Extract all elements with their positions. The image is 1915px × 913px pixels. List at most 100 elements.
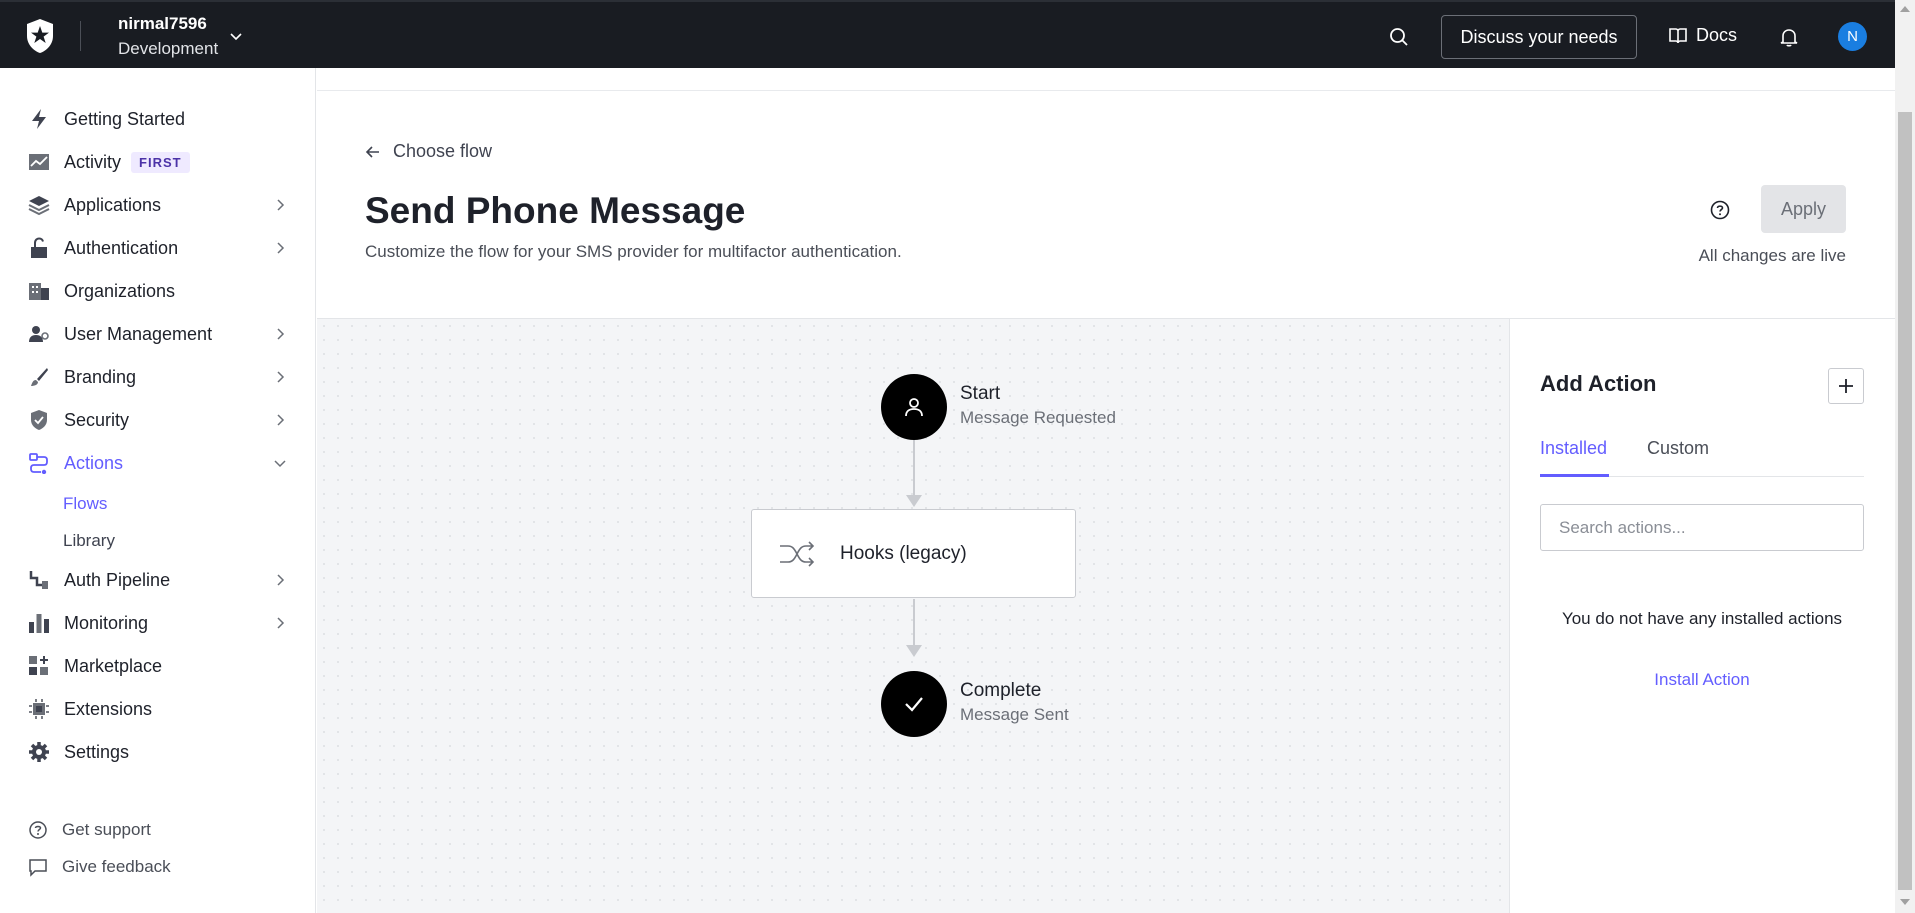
hooks-legacy-node[interactable]: Hooks (legacy) — [751, 509, 1076, 598]
give-feedback-link[interactable]: Give feedback — [28, 857, 171, 877]
install-action-link[interactable]: Install Action — [1540, 670, 1864, 690]
start-node-title: Start — [960, 383, 1001, 404]
shield-icon — [28, 409, 50, 431]
page-scrollbar[interactable] — [1895, 0, 1915, 913]
sidebar-item-applications[interactable]: Applications — [28, 190, 288, 220]
sidebar-subitem-flows[interactable]: Flows — [63, 494, 107, 514]
bell-icon[interactable] — [1778, 26, 1800, 48]
apply-button[interactable]: Apply — [1761, 185, 1846, 233]
shuffle-icon — [780, 540, 815, 567]
page-description: Customize the flow for your SMS provider… — [365, 242, 902, 261]
bolt-icon — [28, 108, 50, 130]
search-actions-input[interactable] — [1540, 504, 1864, 551]
sidebar: Getting Started Activity FIRST Applicati… — [0, 68, 316, 913]
sidebar-item-label: Authentication — [64, 237, 179, 258]
get-support-label: Get support — [62, 820, 151, 839]
sidebar-item-label: Branding — [64, 366, 137, 387]
discuss-needs-button[interactable]: Discuss your needs — [1441, 15, 1637, 59]
sidebar-item-extensions[interactable]: Extensions — [28, 694, 288, 724]
top-bar: nirmal7596 Development Discuss your need… — [0, 0, 1895, 68]
hooks-legacy-label: Hooks (legacy) — [840, 542, 967, 564]
sidebar-item-organizations[interactable]: Organizations — [28, 276, 288, 306]
arrow-left-icon — [365, 145, 379, 158]
sidebar-item-label: Extensions — [64, 698, 153, 719]
message-icon — [29, 859, 47, 877]
add-action-button[interactable] — [1828, 368, 1864, 404]
choose-flow-link[interactable]: Choose flow — [365, 141, 492, 162]
sidebar-item-auth-pipeline[interactable]: Auth Pipeline — [28, 565, 288, 595]
help-icon[interactable] — [1709, 199, 1731, 221]
chevron-right-icon — [277, 414, 285, 426]
tenant-switcher[interactable]: nirmal7596 Development — [118, 14, 218, 60]
docs-link[interactable]: Docs — [1668, 25, 1737, 46]
connector-line — [913, 599, 915, 645]
start-node-subtitle: Message Requested — [960, 408, 1116, 427]
complete-node[interactable] — [881, 671, 947, 737]
sidebar-item-label: Organizations — [64, 280, 176, 301]
tenant-name: nirmal7596 — [118, 14, 207, 33]
avatar[interactable]: N — [1838, 22, 1867, 51]
topbar-divider — [80, 21, 81, 51]
chevron-right-icon — [277, 371, 285, 383]
arrow-down-icon — [906, 645, 922, 657]
scroll-thumb[interactable] — [1898, 112, 1912, 890]
complete-node-subtitle: Message Sent — [960, 705, 1069, 724]
brush-icon — [28, 366, 50, 388]
sidebar-item-getting-started[interactable]: Getting Started — [28, 104, 288, 134]
give-feedback-label: Give feedback — [62, 857, 171, 876]
book-icon — [1669, 27, 1687, 43]
grid-plus-icon — [28, 655, 50, 677]
check-icon — [905, 697, 923, 712]
sidebar-item-actions[interactable]: Actions — [28, 448, 288, 478]
tenant-environment: Development — [118, 39, 219, 58]
flow-icon — [28, 452, 50, 474]
choose-flow-label: Choose flow — [393, 141, 493, 161]
sidebar-item-branding[interactable]: Branding — [28, 362, 288, 392]
chevron-right-icon — [277, 199, 285, 211]
auth0-logo-icon[interactable] — [24, 18, 56, 54]
sidebar-item-authentication[interactable]: Authentication — [28, 233, 288, 263]
chevron-right-icon — [277, 617, 285, 629]
main-content: Choose flow Send Phone Message Customize… — [317, 68, 1895, 913]
arrow-down-icon — [906, 495, 922, 507]
sidebar-item-label: Getting Started — [64, 108, 186, 129]
sidebar-item-monitoring[interactable]: Monitoring — [28, 608, 288, 638]
add-action-panel: Add Action Installed Custom You do not h… — [1509, 319, 1895, 913]
sidebar-item-settings[interactable]: Settings — [28, 737, 288, 767]
get-support-link[interactable]: Get support — [28, 820, 151, 840]
chevron-right-icon — [277, 328, 285, 340]
top-strip — [317, 68, 1895, 91]
gear-icon — [28, 741, 50, 763]
page-title: Send Phone Message — [365, 190, 746, 231]
scroll-down-arrow-icon[interactable] — [1900, 899, 1910, 905]
first-badge: FIRST — [131, 151, 190, 173]
lock-icon — [28, 237, 50, 259]
scroll-up-arrow-icon[interactable] — [1900, 6, 1910, 12]
docs-label: Docs — [1696, 25, 1738, 45]
sidebar-item-label: Activity — [64, 151, 122, 172]
sidebar-item-label: Settings — [64, 741, 130, 762]
tab-installed[interactable]: Installed — [1540, 438, 1607, 459]
sidebar-item-activity[interactable]: Activity FIRST — [28, 147, 288, 177]
panel-title: Add Action — [1540, 371, 1657, 396]
sidebar-item-label: Security — [64, 409, 130, 430]
tab-custom[interactable]: Custom — [1647, 438, 1709, 459]
active-tab-indicator — [1540, 474, 1609, 477]
search-icon[interactable] — [1388, 26, 1410, 48]
sidebar-item-marketplace[interactable]: Marketplace — [28, 651, 288, 681]
live-status-text: All changes are live — [1698, 246, 1846, 265]
start-node[interactable] — [881, 374, 947, 440]
sidebar-item-security[interactable]: Security — [28, 405, 288, 435]
sidebar-subitem-library[interactable]: Library — [63, 531, 115, 551]
chevron-right-icon — [277, 242, 285, 254]
flow-canvas[interactable]: Start Message Requested Hooks (legacy) C… — [317, 319, 1509, 913]
sidebar-item-label: Auth Pipeline — [64, 569, 171, 590]
plus-icon — [1839, 379, 1853, 393]
sidebar-item-label: Marketplace — [64, 655, 163, 676]
sidebar-item-user-management[interactable]: User Management — [28, 319, 288, 349]
chevron-down-icon — [274, 460, 286, 468]
connector-line — [913, 440, 915, 495]
help-circle-icon — [29, 821, 47, 839]
chevron-down-icon[interactable] — [228, 28, 244, 44]
chip-icon — [28, 698, 50, 720]
